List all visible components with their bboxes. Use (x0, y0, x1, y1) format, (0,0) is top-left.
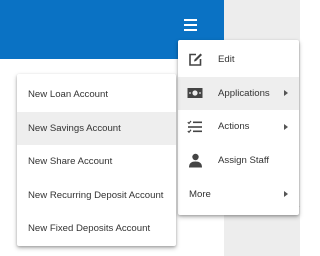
checklist-icon (187, 119, 203, 135)
person-icon (187, 153, 203, 169)
edit-icon (187, 52, 203, 68)
money-icon (187, 85, 203, 101)
menu-item-assign-staff[interactable]: Assign Staff (178, 144, 299, 178)
applications-submenu: New Loan Account New Savings Account New… (17, 74, 176, 246)
menu-item-more[interactable]: More (178, 177, 299, 211)
actions-dropdown-menu: Edit Applications Actions Assign Staff M… (178, 40, 299, 215)
submenu-item-new-fixed-deposits-account[interactable]: New Fixed Deposits Account (17, 212, 176, 246)
chevron-right-icon (284, 123, 288, 130)
menu-item-edit[interactable]: Edit (178, 43, 299, 77)
chevron-right-icon (284, 191, 288, 198)
menu-item-label: Actions (218, 121, 250, 133)
submenu-item-label: New Recurring Deposit Account (28, 189, 164, 201)
submenu-item-new-recurring-deposit-account[interactable]: New Recurring Deposit Account (17, 179, 176, 213)
menu-item-label: Assign Staff (218, 155, 270, 167)
submenu-item-label: New Share Account (28, 156, 113, 168)
menu-item-label: More (189, 188, 211, 200)
menu-item-applications[interactable]: Applications (178, 76, 299, 111)
submenu-item-new-loan-account[interactable]: New Loan Account (17, 78, 176, 112)
submenu-item-new-share-account[interactable]: New Share Account (17, 145, 176, 179)
submenu-item-new-savings-account[interactable]: New Savings Account (17, 111, 176, 145)
submenu-item-label: New Fixed Deposits Account (28, 223, 151, 235)
hamburger-menu-icon[interactable] (181, 16, 201, 32)
menu-item-label: Applications (218, 87, 270, 99)
submenu-item-label: New Loan Account (28, 89, 109, 101)
chevron-right-icon (284, 90, 288, 97)
menu-item-label: Edit (218, 54, 235, 66)
menu-item-actions[interactable]: Actions (178, 110, 299, 144)
submenu-item-label: New Savings Account (28, 122, 121, 134)
